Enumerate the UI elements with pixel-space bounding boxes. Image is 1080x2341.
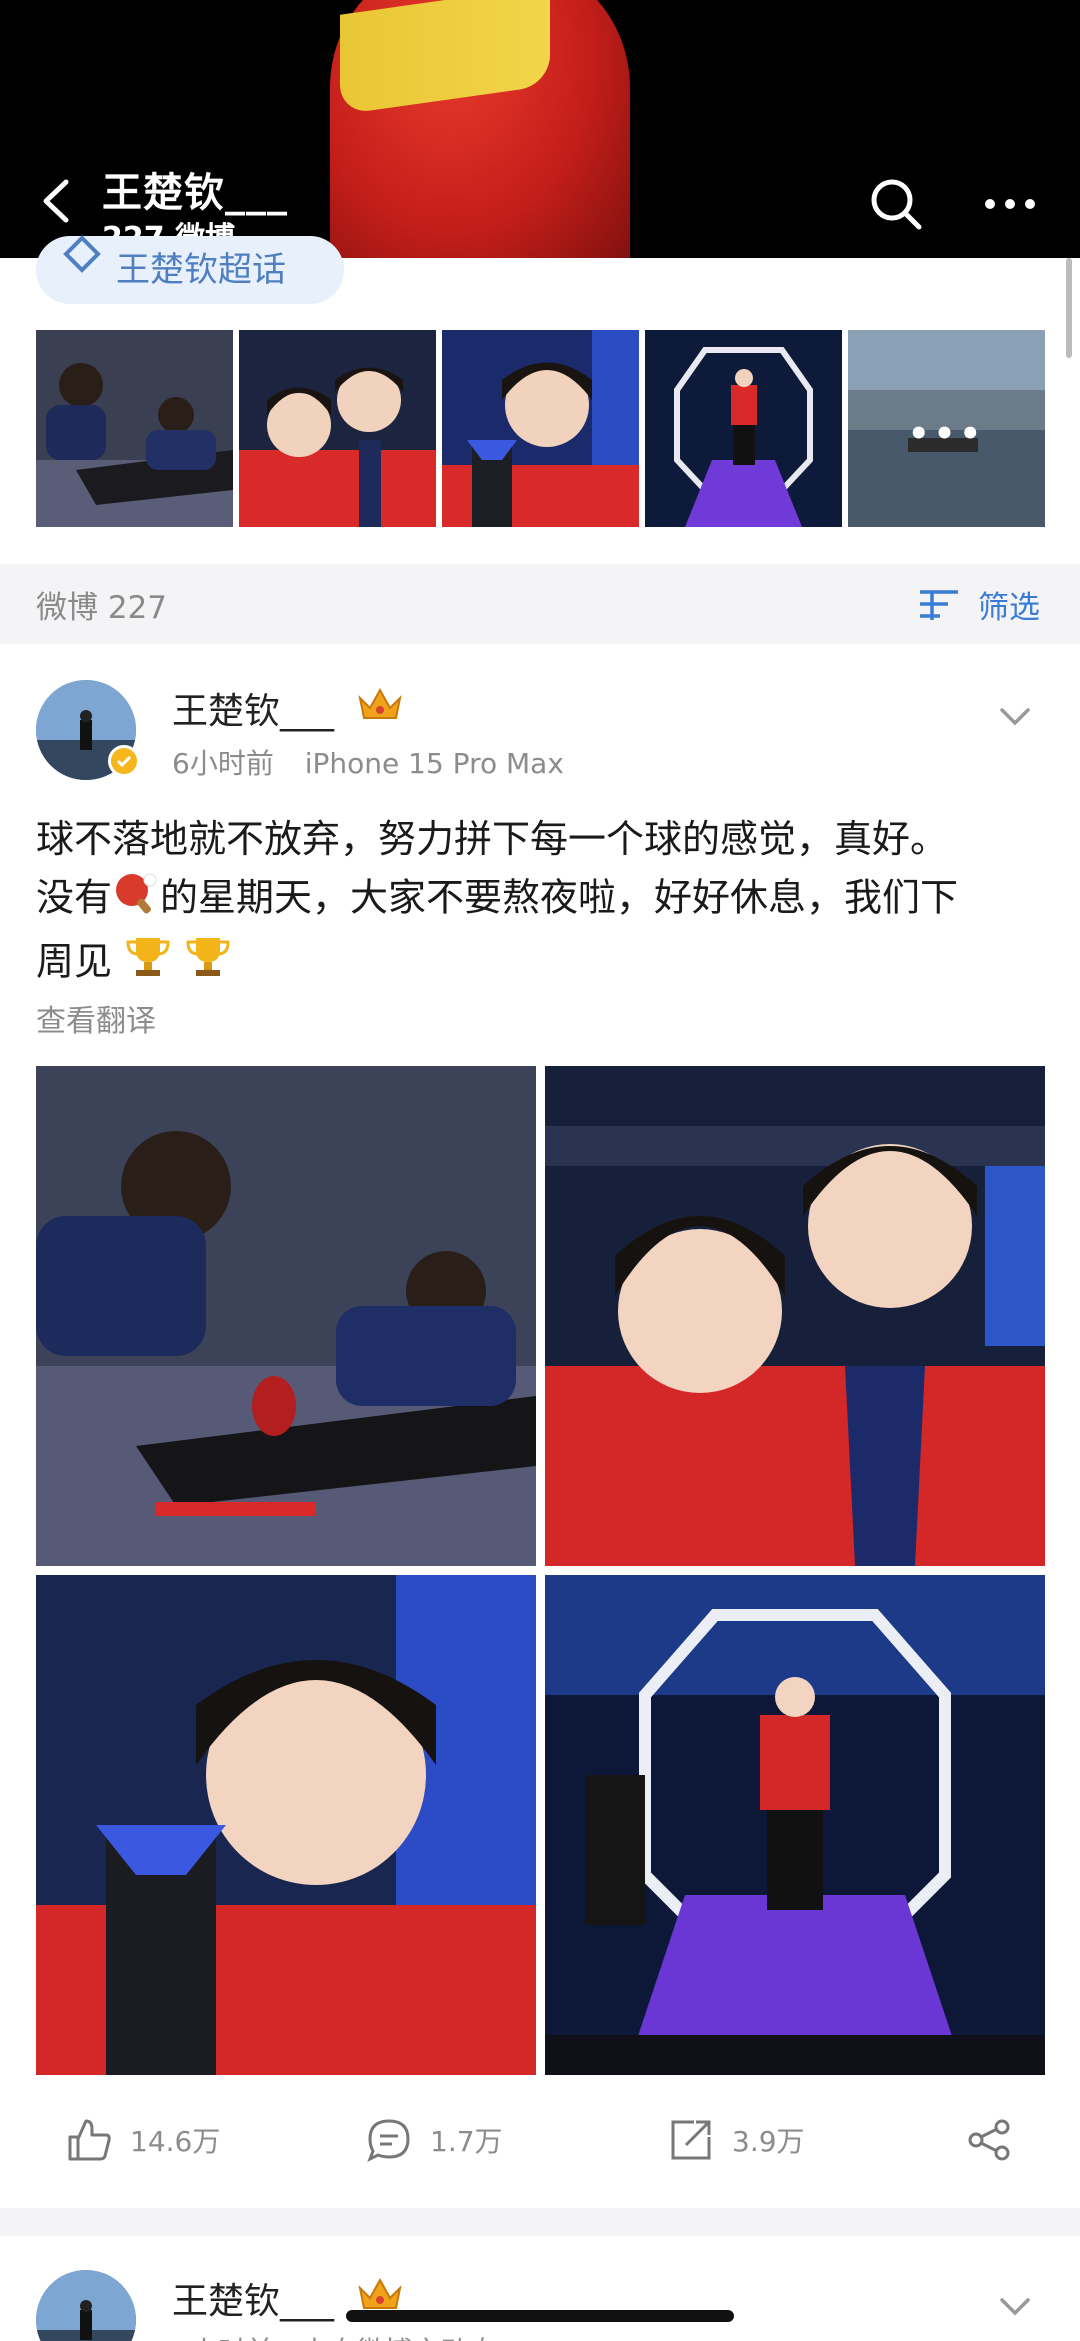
photo-stage xyxy=(645,330,842,527)
thumbnail-2[interactable] xyxy=(239,330,436,527)
photo-selfie-duo-large xyxy=(545,1066,1045,1566)
post-menu-button[interactable] xyxy=(998,706,1032,728)
ping-pong-icon xyxy=(112,868,160,932)
avatar-image xyxy=(36,2270,136,2341)
photo-match-large xyxy=(36,1066,536,1566)
post-menu-button[interactable] xyxy=(998,2296,1032,2318)
post-photo-3[interactable] xyxy=(36,1575,536,2075)
scrollbar[interactable] xyxy=(1066,258,1072,358)
repost-count: 3.9万 xyxy=(732,2125,805,2158)
search-icon xyxy=(871,179,922,230)
thumbnail-3[interactable] xyxy=(442,330,639,527)
crown-icon xyxy=(356,2274,404,2314)
share-button[interactable] xyxy=(966,2116,1012,2164)
post-text-line-2b: 的星期天，大家不要熬夜啦，好好休息，我们下 xyxy=(160,875,959,920)
post-photo-2[interactable] xyxy=(545,1066,1045,1566)
post-photo-1[interactable] xyxy=(36,1066,536,1566)
post-author[interactable]: 王楚钦___ xyxy=(172,682,334,734)
like-button[interactable]: 14.6万 xyxy=(66,2116,220,2164)
verified-badge-icon xyxy=(108,745,140,777)
home-indicator[interactable] xyxy=(346,2310,734,2322)
crown-icon xyxy=(356,684,404,724)
more-button[interactable] xyxy=(980,190,1040,218)
search-button[interactable] xyxy=(868,176,924,232)
comment-count: 1.7万 xyxy=(430,2125,503,2158)
post-device: iPhone 15 Pro Max xyxy=(304,747,564,780)
post-text: 球不落地就不放弃，努力拼下每一个球的感觉，真好。 没有 的星期天，大家不要熬夜啦，… xyxy=(36,810,1046,996)
comment-icon xyxy=(367,2119,410,2163)
post-author[interactable]: 王楚钦___ xyxy=(172,2272,334,2324)
profile-name: 王楚钦___ xyxy=(102,170,288,216)
photo-match xyxy=(36,330,233,527)
post-text-line-1: 球不落地就不放弃，努力拼下每一个球的感觉，真好。 xyxy=(36,817,949,861)
photo-selfie-duo xyxy=(239,330,436,527)
tag-icon xyxy=(63,235,101,273)
comment-button[interactable]: 1.7万 xyxy=(366,2116,503,2164)
more-photos-indicator: ••• xyxy=(907,414,986,454)
section-title: 微博 227 xyxy=(36,590,168,626)
post-divider xyxy=(0,2208,1080,2236)
translate-link[interactable]: 查看翻译 xyxy=(36,996,156,1040)
photo-selfie-trophy xyxy=(442,330,639,527)
post-time: 6小时前 xyxy=(172,747,274,780)
back-button[interactable] xyxy=(36,176,76,226)
share-icon xyxy=(968,2119,1010,2161)
chevron-down-icon xyxy=(1000,2298,1030,2316)
filter-icon[interactable] xyxy=(918,584,960,624)
photo-stage-large xyxy=(545,1575,1045,2075)
avatar[interactable] xyxy=(36,2270,136,2341)
super-topic-chip[interactable]: 王楚钦超话 xyxy=(36,235,344,304)
thumbs-up-icon xyxy=(68,2119,111,2161)
trophy-icon xyxy=(124,932,172,996)
repost-icon xyxy=(671,2120,711,2160)
photo-selfie-trophy-large xyxy=(36,1575,536,2075)
profile-header: 王楚钦___ 227 微博 xyxy=(0,0,1080,258)
filter-button[interactable]: 筛选 xyxy=(978,582,1040,627)
post-meta: 6小时前 iPhone 15 Pro Max xyxy=(172,742,564,782)
thumbnail-4[interactable] xyxy=(645,330,842,527)
like-count: 14.6万 xyxy=(130,2125,221,2158)
thumbnail-5[interactable]: ••• xyxy=(848,330,1045,527)
post-text-line-3: 周见 xyxy=(36,939,113,984)
back-arrow-icon xyxy=(43,179,69,223)
super-topic-label: 王楚钦超话 xyxy=(116,250,286,290)
thumbnail-1[interactable] xyxy=(36,330,233,527)
more-dots-icon xyxy=(985,199,1035,209)
post-meta: 7小时前 · 来自微博之动态 xyxy=(172,2330,497,2341)
chevron-down-icon xyxy=(1000,708,1030,726)
trophy-icon xyxy=(184,932,232,996)
post-photo-4[interactable] xyxy=(545,1575,1045,2075)
repost-button[interactable]: 3.9万 xyxy=(668,2116,805,2164)
post-text-line-2a: 没有 xyxy=(36,875,113,920)
